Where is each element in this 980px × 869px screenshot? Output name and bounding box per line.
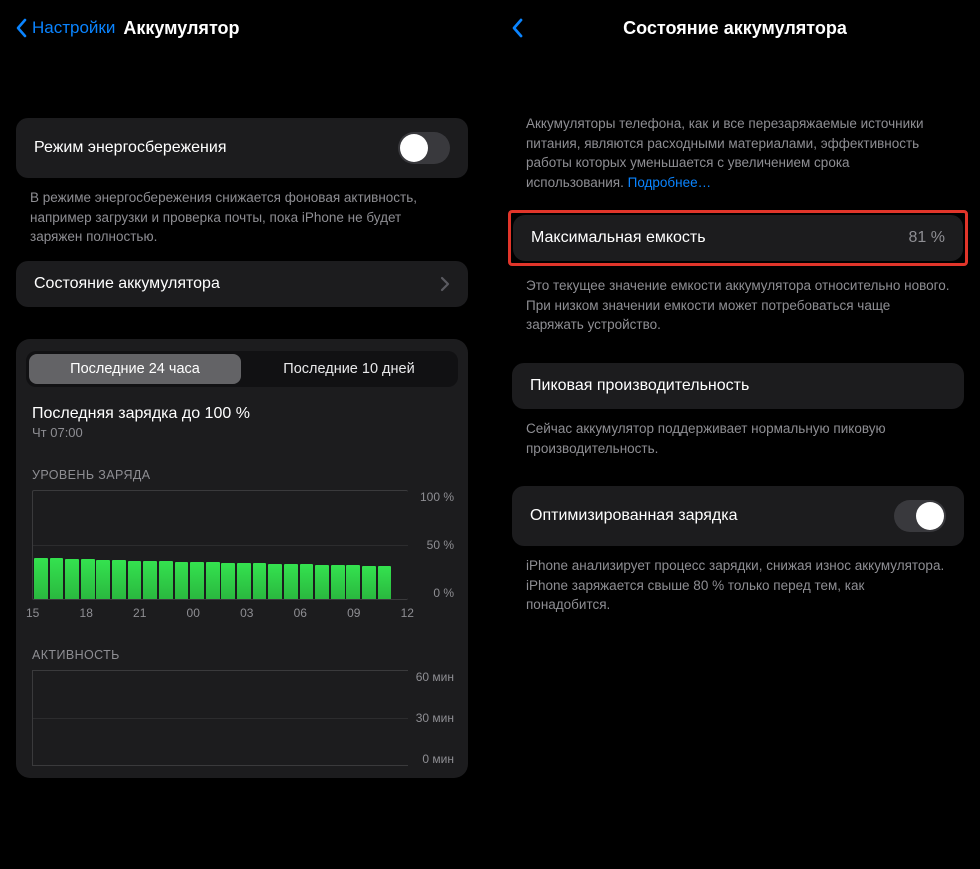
chart-bar — [64, 491, 80, 599]
battery-level-x-labels: 15 18 21 00 03 06 09 12 — [26, 606, 414, 620]
chart-bar — [127, 491, 143, 599]
battery-health-pane: Состояние аккумулятора Аккумуляторы теле… — [490, 0, 980, 869]
segment-10d[interactable]: Последние 10 дней — [243, 354, 455, 384]
x-tick: 15 — [26, 606, 39, 620]
back-button[interactable]: Настройки — [14, 18, 115, 38]
max-capacity-highlight: Максимальная емкость 81 % — [508, 210, 968, 266]
activity-chart — [32, 670, 408, 766]
chart-bar — [33, 491, 49, 599]
chart-bar — [299, 491, 315, 599]
y-tick: 50 % — [427, 538, 454, 552]
chart-bar — [346, 491, 362, 599]
chart-bar — [236, 491, 252, 599]
battery-settings-pane: Настройки Аккумулятор Режим энергосбереж… — [0, 0, 490, 869]
chart-bar — [392, 491, 408, 599]
y-tick: 0 % — [433, 586, 454, 600]
battery-intro-text: Аккумуляторы телефона, как и все перезар… — [500, 104, 976, 192]
chart-bar — [49, 491, 65, 599]
time-range-segmented[interactable]: Последние 24 часа Последние 10 дней — [26, 351, 458, 387]
activity-y-labels: 60 мин 30 мин 0 мин — [416, 670, 454, 766]
max-capacity-cell[interactable]: Максимальная емкость 81 % — [513, 215, 963, 261]
page-title-right: Состояние аккумулятора — [623, 18, 847, 39]
last-charge-time: Чт 07:00 — [32, 425, 452, 440]
max-capacity-value: 81 % — [909, 229, 945, 247]
segment-24h[interactable]: Последние 24 часа — [29, 354, 241, 384]
max-capacity-label: Максимальная емкость — [531, 229, 706, 247]
optimized-charging-cell[interactable]: Оптимизированная зарядка — [512, 486, 964, 546]
optimized-charging-footer: iPhone анализирует процесс зарядки, сниж… — [500, 546, 976, 615]
chart-bar — [361, 491, 377, 599]
optimized-charging-toggle[interactable] — [894, 500, 946, 532]
intro-body: Аккумуляторы телефона, как и все перезар… — [526, 116, 924, 190]
low-power-mode-label: Режим энергосбережения — [34, 139, 227, 157]
toggle-knob — [916, 502, 944, 530]
activity-chart-wrap: 60 мин 30 мин 0 мин — [32, 670, 452, 766]
chevron-left-icon — [14, 18, 28, 38]
peak-performance-footer: Сейчас аккумулятор поддерживает нормальн… — [500, 409, 976, 458]
chart-bar — [80, 491, 96, 599]
chart-bar — [377, 491, 393, 599]
toggle-knob — [400, 134, 428, 162]
x-tick: 06 — [294, 606, 307, 620]
chart-bar — [111, 491, 127, 599]
x-tick: 18 — [80, 606, 93, 620]
page-title: Аккумулятор — [123, 18, 239, 39]
chart-bar — [142, 491, 158, 599]
y-tick: 100 % — [420, 490, 454, 504]
battery-level-y-labels: 100 % 50 % 0 % — [420, 490, 454, 600]
navbar-left: Настройки Аккумулятор — [4, 0, 480, 48]
chart-bar — [96, 491, 112, 599]
battery-level-chart-wrap: 100 % 50 % 0 % — [32, 490, 452, 600]
x-tick: 21 — [133, 606, 146, 620]
x-tick: 12 — [401, 606, 414, 620]
battery-level-chart — [32, 490, 408, 600]
low-power-mode-toggle[interactable] — [398, 132, 450, 164]
activity-section-title: АКТИВНОСТЬ — [32, 648, 452, 662]
back-label: Настройки — [32, 18, 115, 38]
peak-performance-label: Пиковая производительность — [530, 377, 749, 395]
chart-bar — [174, 491, 190, 599]
chart-bar — [252, 491, 268, 599]
chevron-left-icon — [510, 18, 524, 38]
navbar-right: Состояние аккумулятора — [500, 0, 976, 48]
max-capacity-footer: Это текущее значение емкости аккумулятор… — [500, 266, 976, 335]
chart-bar — [314, 491, 330, 599]
chart-bar — [205, 491, 221, 599]
chart-bar — [330, 491, 346, 599]
y-tick: 60 мин — [416, 670, 454, 684]
battery-health-cell[interactable]: Состояние аккумулятора — [16, 261, 468, 307]
peak-performance-cell[interactable]: Пиковая производительность — [512, 363, 964, 409]
chart-bar — [158, 491, 174, 599]
battery-level-section-title: УРОВЕНЬ ЗАРЯДА — [32, 468, 452, 482]
low-power-mode-footer: В режиме энергосбережения снижается фоно… — [4, 178, 480, 247]
chart-bar — [221, 491, 237, 599]
x-tick: 03 — [240, 606, 253, 620]
learn-more-link[interactable]: Подробнее… — [628, 175, 712, 190]
chart-bar — [189, 491, 205, 599]
last-charge-title: Последняя зарядка до 100 % — [32, 405, 452, 423]
chart-bar — [283, 491, 299, 599]
chart-bar — [267, 491, 283, 599]
x-tick: 00 — [187, 606, 200, 620]
y-tick: 0 мин — [422, 752, 454, 766]
x-tick: 09 — [347, 606, 360, 620]
usage-card: Последние 24 часа Последние 10 дней Посл… — [16, 339, 468, 778]
y-tick: 30 мин — [416, 711, 454, 725]
optimized-charging-label: Оптимизированная зарядка — [530, 507, 737, 525]
back-button-right[interactable] — [510, 18, 524, 38]
chevron-right-icon — [440, 276, 450, 292]
battery-health-label: Состояние аккумулятора — [34, 275, 220, 293]
low-power-mode-cell[interactable]: Режим энергосбережения — [16, 118, 468, 178]
